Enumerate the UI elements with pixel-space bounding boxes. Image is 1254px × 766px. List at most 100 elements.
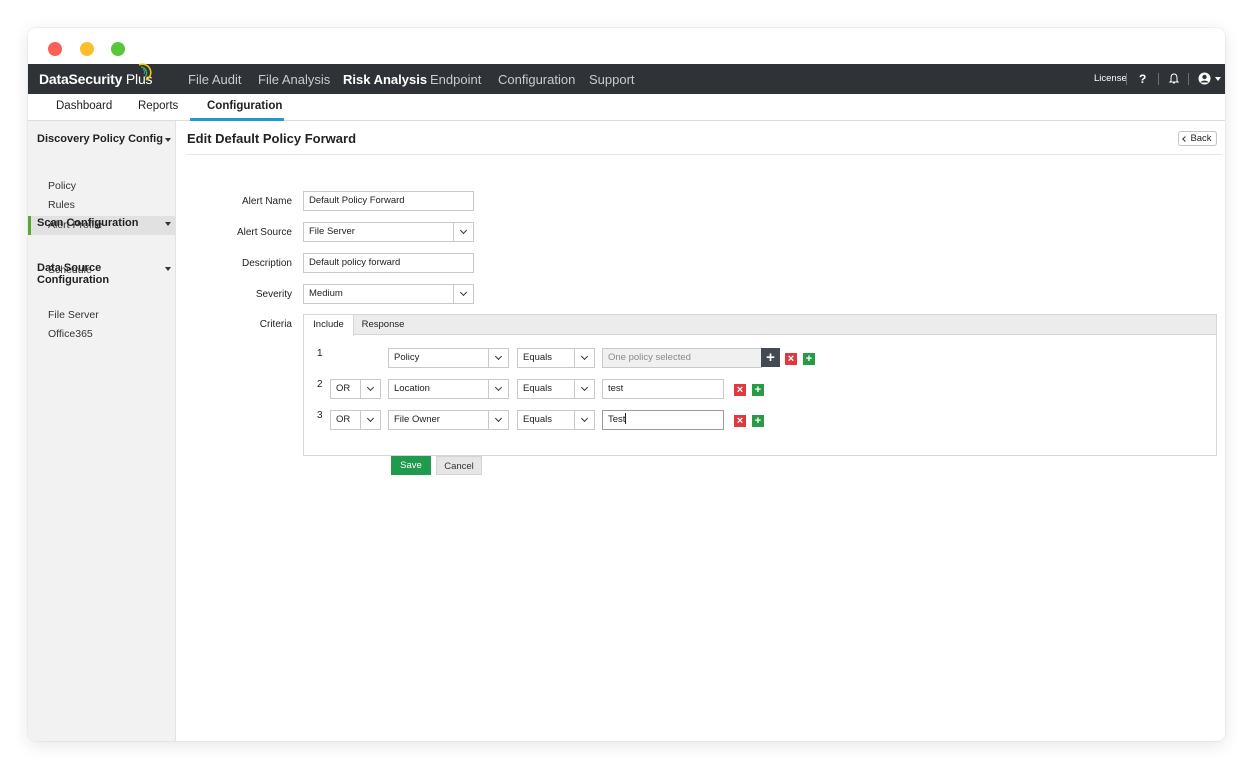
alert-name-input[interactable]: Default Policy Forward	[303, 191, 474, 211]
nav-support[interactable]: Support	[589, 72, 635, 87]
subnav-reports[interactable]: Reports	[138, 100, 178, 112]
add-row-button[interactable]: +	[803, 353, 815, 365]
text-cursor	[625, 413, 627, 424]
chevron-down-icon	[580, 383, 589, 392]
chevron-down-icon	[459, 226, 468, 235]
caret-down-icon[interactable]	[165, 267, 171, 271]
page-title: Edit Default Policy Forward	[187, 131, 357, 146]
alert-source-label: Alert Source	[236, 227, 292, 238]
severity-label: Severity	[255, 289, 292, 300]
chevron-left-icon	[1182, 135, 1189, 142]
criteria-value-placeholder: One policy selected	[608, 352, 691, 363]
criteria-field-select[interactable]: File Owner	[388, 410, 509, 430]
description-label: Description	[241, 258, 292, 269]
criteria-field-value: File Owner	[394, 414, 440, 425]
criteria-operator-value: Equals	[523, 414, 553, 425]
cancel-button[interactable]: Cancel	[436, 456, 482, 475]
sub-navigation-bar: Dashboard Reports Configuration	[28, 94, 1225, 121]
back-button-label: Back	[1190, 133, 1212, 144]
top-navigation-bar: DataSecurity Plus File Audit File Analys…	[28, 63, 1225, 94]
save-button[interactable]: Save	[391, 456, 431, 475]
sidebar-item-rules[interactable]: Rules	[28, 196, 176, 215]
criteria-join-select[interactable]: OR	[330, 410, 381, 430]
criteria-value-text: Test	[608, 414, 626, 425]
criteria-value-input[interactable]: Test	[602, 410, 724, 430]
nav-divider	[1188, 73, 1189, 85]
window-titlebar	[28, 28, 1225, 64]
criteria-row-number: 3	[317, 410, 323, 421]
chevron-down-icon	[494, 352, 503, 361]
delete-row-button[interactable]: ×	[785, 353, 797, 365]
tab-include[interactable]: Include	[304, 315, 354, 336]
severity-select[interactable]: Medium	[303, 284, 474, 304]
description-input[interactable]: Default policy forward	[303, 253, 474, 273]
nav-endpoint[interactable]: Endpoint	[430, 72, 481, 87]
maximize-window-button[interactable]	[111, 42, 125, 56]
nav-file-audit[interactable]: File Audit	[188, 72, 241, 87]
close-window-button[interactable]	[48, 42, 62, 56]
nav-configuration[interactable]: Configuration	[498, 72, 575, 87]
sidebar-item-policy[interactable]: Policy	[28, 177, 176, 196]
nav-divider	[1158, 73, 1159, 85]
criteria-join-value: OR	[336, 414, 351, 425]
criteria-field-select[interactable]: Location	[388, 379, 509, 399]
alert-source-value: File Server	[309, 226, 355, 237]
bell-icon[interactable]	[1169, 73, 1179, 85]
dropdown-toggle[interactable]	[574, 411, 594, 429]
subnav-dashboard[interactable]: Dashboard	[56, 100, 112, 112]
criteria-tabs: Include Response	[304, 315, 1216, 336]
chevron-down-icon	[494, 414, 503, 423]
sidebar-item-office365[interactable]: Office365	[28, 325, 176, 344]
alert-name-label: Alert Name	[241, 196, 292, 207]
caret-down-icon[interactable]	[165, 222, 171, 226]
dropdown-toggle[interactable]	[574, 380, 594, 398]
criteria-field-select[interactable]: Policy	[388, 348, 509, 368]
app-window: DataSecurity Plus File Audit File Analys…	[28, 28, 1225, 741]
subnav-configuration[interactable]: Configuration	[207, 100, 282, 112]
criteria-join-select[interactable]: OR	[330, 379, 381, 399]
user-avatar-icon[interactable]	[1198, 72, 1211, 85]
criteria-row-number: 2	[317, 379, 323, 390]
nav-file-analysis[interactable]: File Analysis	[258, 72, 330, 87]
nav-risk-analysis[interactable]: Risk Analysis	[343, 72, 427, 87]
sidebar-item-file-server[interactable]: File Server	[28, 306, 176, 325]
criteria-value-input[interactable]: test	[602, 379, 724, 399]
license-link[interactable]: License	[1094, 64, 1127, 94]
criteria-value-text: test	[608, 383, 624, 394]
main-content: Edit Default Policy Forward Back Alert N…	[176, 121, 1225, 741]
dropdown-toggle[interactable]	[453, 285, 473, 303]
dropdown-toggle[interactable]	[360, 380, 380, 398]
criteria-join-value: OR	[336, 383, 351, 394]
add-policy-button[interactable]: +	[761, 348, 780, 367]
tab-response[interactable]: Response	[354, 315, 412, 335]
chevron-down-icon[interactable]	[1215, 77, 1221, 81]
dropdown-toggle[interactable]	[453, 223, 473, 241]
minimize-window-button[interactable]	[80, 42, 94, 56]
back-button[interactable]: Back	[1178, 131, 1217, 146]
add-row-button[interactable]: +	[752, 415, 764, 427]
dropdown-toggle[interactable]	[488, 411, 508, 429]
criteria-operator-value: Equals	[523, 352, 553, 363]
sidebar: Discovery Policy Config Policy Rules Ale…	[28, 121, 176, 741]
chevron-down-icon	[580, 352, 589, 361]
alert-source-select[interactable]: File Server	[303, 222, 474, 242]
sidebar-group-scan-configuration[interactable]: Scan Configuration	[37, 217, 138, 229]
dropdown-toggle[interactable]	[360, 411, 380, 429]
nav-divider	[1126, 73, 1127, 85]
criteria-operator-select[interactable]: Equals	[517, 348, 595, 368]
add-row-button[interactable]: +	[752, 384, 764, 396]
criteria-operator-value: Equals	[523, 383, 553, 394]
caret-down-icon[interactable]	[165, 138, 171, 142]
dropdown-toggle[interactable]	[488, 380, 508, 398]
criteria-value-input[interactable]: One policy selected	[602, 348, 762, 368]
criteria-operator-select[interactable]: Equals	[517, 379, 595, 399]
delete-row-button[interactable]: ×	[734, 384, 746, 396]
sidebar-group-discovery-policy-config[interactable]: Discovery Policy Config	[37, 133, 163, 145]
dropdown-toggle[interactable]	[488, 349, 508, 367]
dropdown-toggle[interactable]	[574, 349, 594, 367]
delete-row-button[interactable]: ×	[734, 415, 746, 427]
sidebar-group-data-source-configuration[interactable]: Data Source Configuration	[37, 262, 175, 286]
logo-text: DataSecurity	[39, 71, 123, 87]
help-button[interactable]: ?	[1139, 64, 1146, 94]
criteria-operator-select[interactable]: Equals	[517, 410, 595, 430]
